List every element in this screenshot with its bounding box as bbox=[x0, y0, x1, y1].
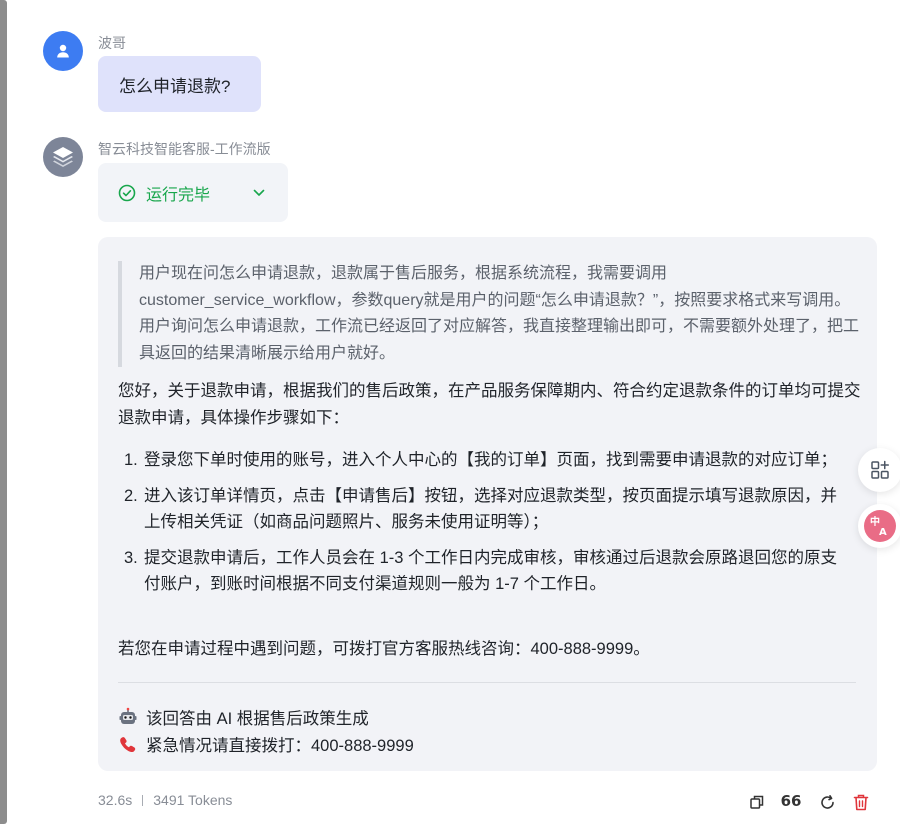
step-number: 2. bbox=[124, 486, 138, 505]
chevron-down-icon[interactable] bbox=[250, 184, 268, 202]
add-widget-button[interactable] bbox=[858, 448, 900, 492]
bot-avatar bbox=[43, 137, 83, 177]
quote-icon: 66 bbox=[780, 792, 802, 810]
translate-button[interactable]: 中 A bbox=[858, 504, 900, 548]
svg-text:A: A bbox=[879, 527, 887, 538]
ai-disclaimer-text: 该回答由 AI 根据售后政策生成 bbox=[146, 710, 369, 728]
check-circle-icon bbox=[118, 184, 136, 201]
emergency-contact-text: 紧急情况请直接拨打：400-888-9999 bbox=[146, 737, 414, 755]
bot-name: 智云科技智能客服-工作流版 bbox=[98, 141, 271, 157]
user-name: 波哥 bbox=[98, 35, 126, 51]
ai-disclaimer: 该回答由 AI 根据售后政策生成 bbox=[118, 704, 369, 730]
telephone-icon bbox=[118, 734, 138, 754]
meta-separator bbox=[142, 794, 144, 806]
list-item: 2. 进入该订单详情页，点击【申请售后】按钮，选择对应退款类型，按页面提示填写退款… bbox=[118, 483, 853, 536]
step-text: 提交退款申请后，工作人员会在 1-3 个工作日内完成审核，审核通过后退款会原路退… bbox=[144, 548, 838, 594]
delete-button[interactable] bbox=[852, 793, 870, 811]
workflow-status-toggle[interactable]: 运行完毕 bbox=[98, 163, 288, 222]
scrollbar[interactable] bbox=[0, 0, 7, 824]
quote-button[interactable]: 66 bbox=[780, 792, 802, 810]
layers-icon bbox=[53, 147, 73, 167]
list-item: 3. 提交退款申请后，工作人员会在 1-3 个工作日内完成审核，审核通过后退款会原… bbox=[118, 545, 853, 598]
thinking-quote: 用户现在问怎么申请退款，退款属于售后服务，根据系统流程，我需要调用custome… bbox=[118, 261, 859, 367]
user-avatar bbox=[43, 31, 83, 71]
token-count: 3491 Tokens bbox=[153, 792, 233, 808]
response-time: 32.6s bbox=[98, 792, 133, 808]
trash-icon bbox=[853, 794, 869, 810]
translate-icon: 中 A bbox=[864, 510, 896, 542]
step-number: 3. bbox=[124, 548, 138, 567]
copy-button[interactable] bbox=[748, 793, 766, 811]
response-meta: 32.6s 3491 Tokens bbox=[98, 792, 232, 808]
workflow-status-label: 运行完毕 bbox=[146, 186, 211, 204]
step-text: 进入该订单详情页，点击【申请售后】按钮，选择对应退款类型，按页面提示填写退款原因… bbox=[144, 486, 837, 532]
step-text: 登录您下单时使用的账号，进入个人中心的【我的订单】页面，找到需要申请退款的对应订… bbox=[144, 451, 837, 469]
answer-card: 用户现在问怎么申请退款，退款属于售后服务，根据系统流程，我需要调用custome… bbox=[98, 237, 877, 771]
refresh-icon bbox=[820, 794, 834, 809]
list-item: 1. 登录您下单时使用的账号，进入个人中心的【我的订单】页面，找到需要申请退款的对… bbox=[118, 447, 853, 474]
copy-icon bbox=[750, 795, 764, 809]
emergency-contact: 紧急情况请直接拨打：400-888-9999 bbox=[118, 731, 414, 757]
answer-intro: 您好，关于退款申请，根据我们的售后政策，在产品服务保障期内、符合约定退款条件的订… bbox=[118, 382, 861, 427]
step-number: 1. bbox=[124, 451, 138, 469]
grid-plus-icon bbox=[871, 460, 889, 479]
user-message-text: 怎么申请退款? bbox=[119, 76, 231, 96]
user-icon bbox=[57, 44, 69, 58]
divider bbox=[118, 682, 856, 683]
steps-list: 1. 登录您下单时使用的账号，进入个人中心的【我的订单】页面，找到需要申请退款的对… bbox=[118, 447, 853, 598]
regenerate-button[interactable] bbox=[818, 793, 836, 811]
user-message-bubble: 怎么申请退款? bbox=[98, 56, 261, 112]
hotline-text: 若您在申请过程中遇到问题，可拨打官方客服热线咨询：400-888-9999。 bbox=[118, 640, 650, 658]
robot-icon bbox=[118, 707, 138, 727]
